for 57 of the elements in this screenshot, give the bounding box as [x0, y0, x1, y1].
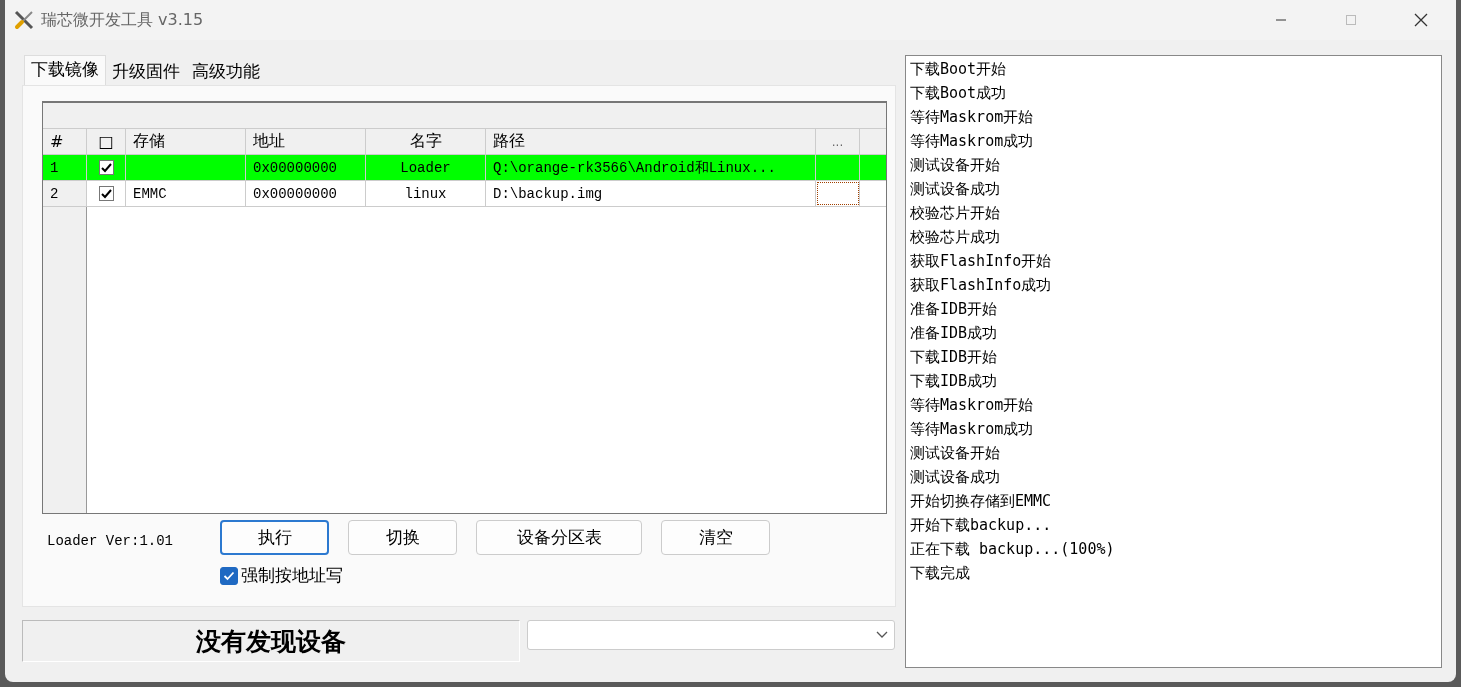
column-header: 名字 [366, 129, 486, 154]
table-cell: EMMC [133, 185, 167, 202]
log-line: 等待Maskrom成功 [910, 131, 1035, 152]
table-row[interactable]: 2 EMMC 0x00000000 linux D:\backup.img [43, 181, 886, 207]
log-line: 下载IDB成功 [910, 371, 999, 392]
log-line: 等待Maskrom成功 [910, 419, 1035, 440]
log-line: 测试设备开始 [910, 155, 1001, 176]
table-row[interactable]: 1 0x00000000 Loader Q:\orange-rk3566\Android和Linux... [43, 155, 886, 181]
table-cell: Loader [400, 159, 451, 176]
log-line: 下载Boot成功 [910, 83, 1008, 104]
device-dropdown[interactable] [527, 620, 895, 650]
chevron-down-icon [876, 631, 888, 639]
check-icon [223, 570, 235, 581]
log-line: 下载Boot开始 [910, 59, 1008, 80]
column-header: 存储 [126, 129, 246, 154]
table-cell: 1 [50, 159, 59, 176]
log-line: 准备IDB成功 [910, 323, 999, 344]
table-cell: linux [404, 185, 447, 202]
table-cell: 0x00000000 [253, 159, 337, 176]
log-line: 下载完成 [910, 563, 971, 584]
status-text: 没有发现设备 [22, 620, 520, 662]
maximize-icon [1345, 14, 1357, 26]
log-line: 下载IDB开始 [910, 347, 999, 368]
log-line: 等待Maskrom开始 [910, 395, 1035, 416]
column-header: 路径 [486, 129, 816, 154]
log-line: 获取FlashInfo成功 [910, 275, 1053, 296]
log-line: 正在下载 backup...(100%) [910, 539, 1116, 560]
table-cell: D:\backup.img [493, 185, 603, 202]
table-cell: Q:\orange-rk3566\Android和Linux... [493, 158, 776, 177]
checkbox[interactable] [220, 566, 238, 585]
checkbox-label: 强制按地址写 [241, 564, 343, 587]
log-line: 校验芯片成功 [910, 227, 1001, 248]
action-button[interactable]: 设备分区表 [476, 520, 642, 555]
log-line: 获取FlashInfo开始 [910, 251, 1053, 272]
table-cell: 2 [50, 185, 59, 202]
close-icon [1414, 13, 1428, 27]
loader-version: Loader Ver:1.01 [46, 533, 175, 549]
log-line: 等待Maskrom开始 [910, 107, 1035, 128]
action-button[interactable]: 切换 [348, 520, 457, 555]
column-header: □ [87, 129, 126, 154]
log-line: 测试设备成功 [910, 467, 1001, 488]
log-line: 测试设备开始 [910, 443, 1001, 464]
table-cell: 0x00000000 [253, 185, 337, 202]
row-checkbox[interactable] [98, 186, 114, 201]
tools-icon [13, 9, 35, 31]
log-line: 测试设备成功 [910, 179, 1001, 200]
column-header: 地址 [246, 129, 366, 154]
log-line: 校验芯片开始 [910, 203, 1001, 224]
window-title: 瑞芯微开发工具 v3.15 [41, 9, 204, 31]
log-line: 开始下载backup... [910, 515, 1053, 536]
action-button[interactable]: 清空 [661, 520, 770, 555]
log-line: 准备IDB开始 [910, 299, 999, 320]
action-button[interactable]: 执行 [220, 520, 329, 555]
column-header: ... [816, 129, 860, 154]
tab[interactable]: 下载镜像 [24, 55, 106, 85]
row-checkbox[interactable] [98, 160, 114, 175]
log-line: 开始切换存储到EMMC [910, 491, 1053, 512]
